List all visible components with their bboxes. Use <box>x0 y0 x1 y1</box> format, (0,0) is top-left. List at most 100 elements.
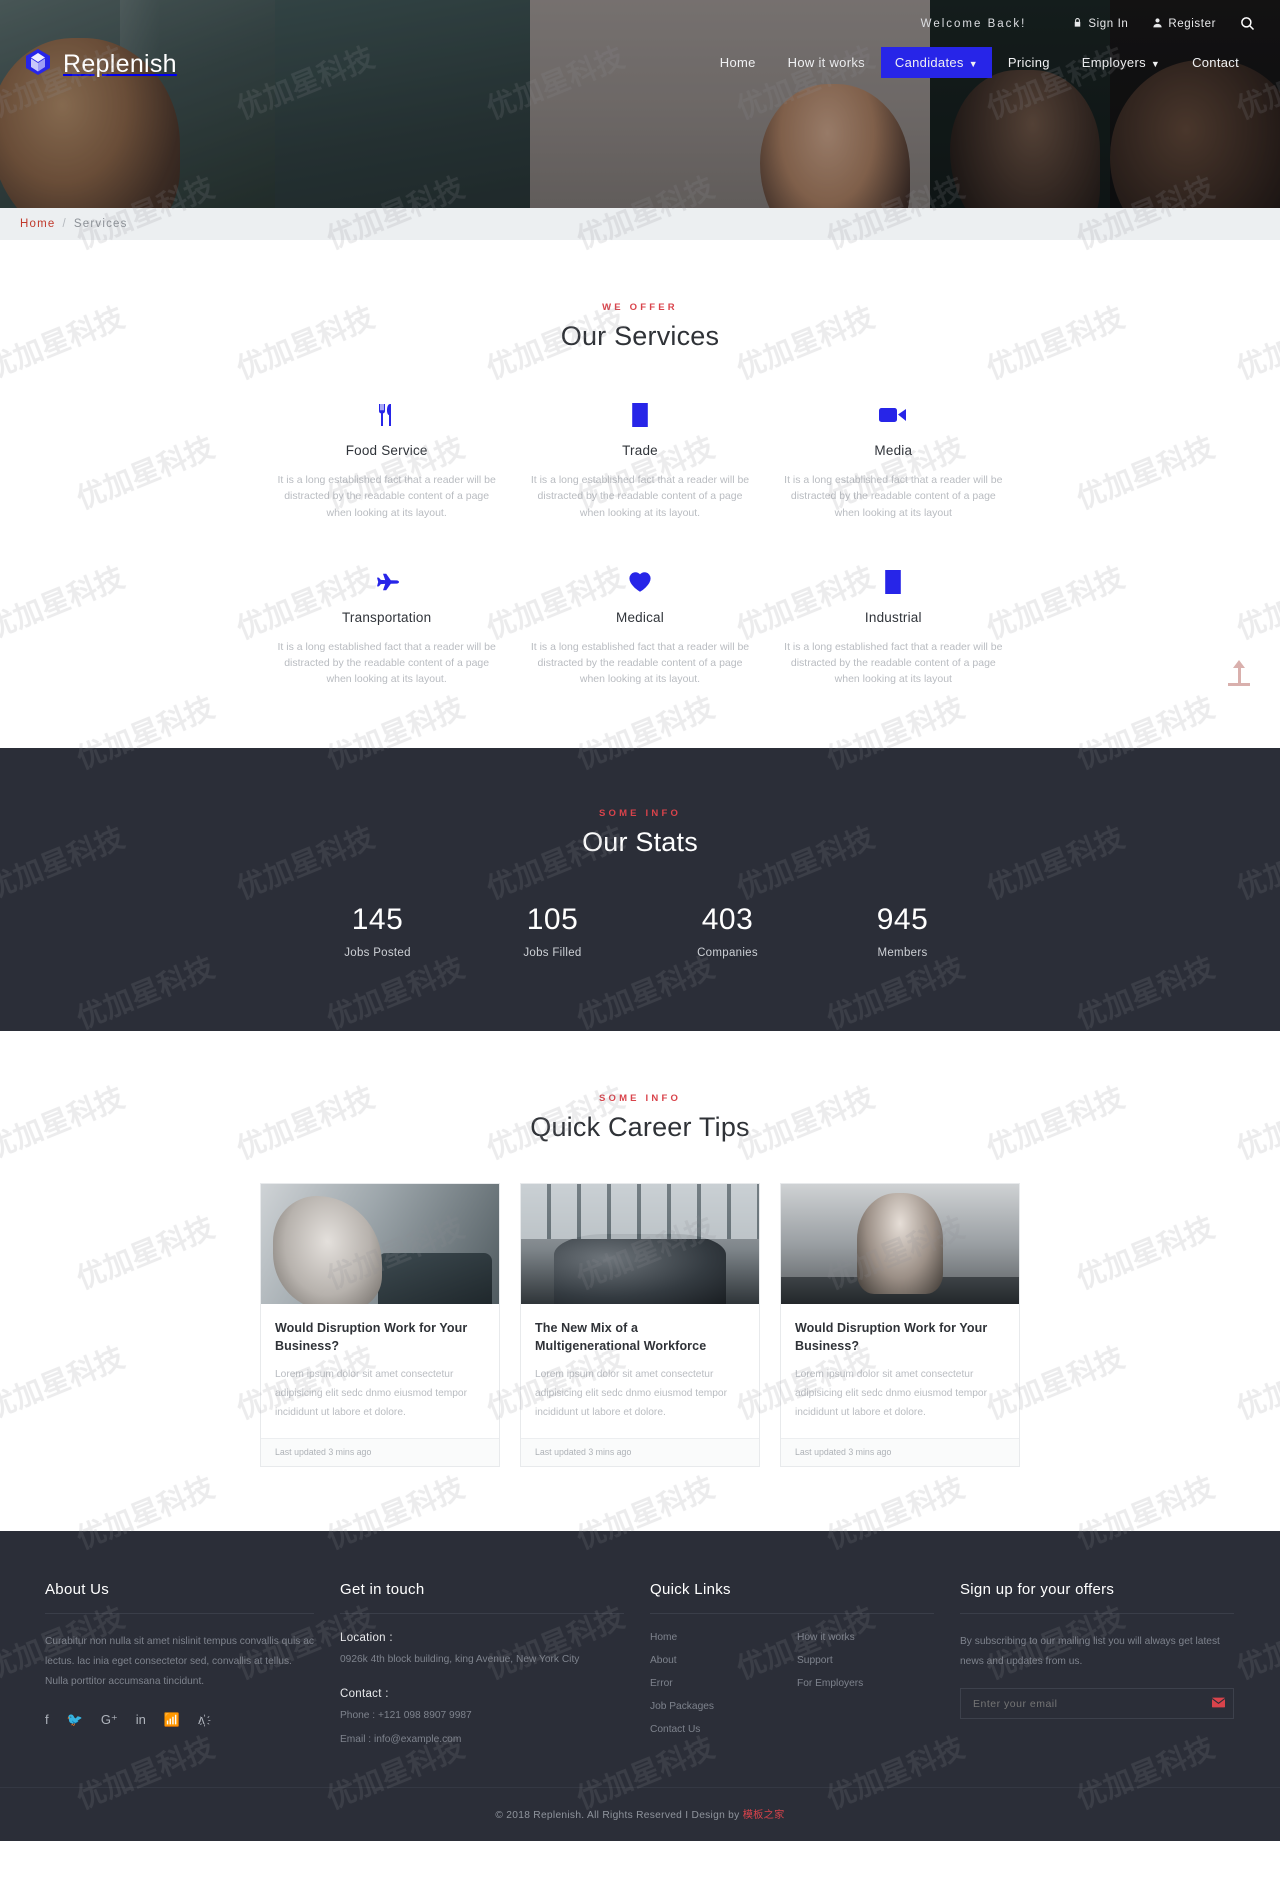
newsletter-submit-button[interactable] <box>1203 1696 1233 1712</box>
stat-label: Companies <box>697 946 758 959</box>
blog-card-title: Would Disruption Work for Your Business? <box>275 1320 468 1353</box>
user-icon <box>1152 17 1163 31</box>
blog-card-text: Lorem ipsum dolor sit amet consectetur a… <box>795 1368 987 1418</box>
blog-card-image <box>781 1183 1019 1304</box>
service-name: Trade <box>622 443 658 458</box>
footer-link-home[interactable]: Home <box>650 1632 787 1643</box>
hero-banner: Replenish Welcome Back! Sign In Register… <box>0 0 1280 208</box>
nav-item-home[interactable]: Home <box>704 48 772 77</box>
diamond-logo-icon <box>25 48 51 81</box>
blog-title: Quick Career Tips <box>530 1111 750 1142</box>
search-icon[interactable] <box>1240 16 1255 31</box>
twitter-icon[interactable]: 🐦 <box>67 1712 83 1728</box>
service-card-trade[interactable]: Trade It is a long established fact that… <box>513 400 766 521</box>
welcome-text: Welcome Back! <box>920 17 1027 30</box>
nav-item-contact[interactable]: Contact <box>1176 48 1255 77</box>
blog-card-title: Would Disruption Work for Your Business? <box>795 1320 988 1353</box>
stat-item-jobs-posted: 145 Jobs Posted <box>290 903 465 959</box>
rss-icon[interactable]: 📶 <box>164 1712 180 1728</box>
footer-about-text: Curabitur non nulla sit amet nislinit te… <box>45 1636 314 1688</box>
brand-name: Replenish <box>63 50 177 78</box>
footer-contact-column: Get in touch Location : 0926k 4th block … <box>340 1581 650 1748</box>
stat-value: 145 <box>351 902 404 936</box>
blog-card-image <box>521 1183 759 1304</box>
breadcrumb: Home / Services <box>0 208 1280 240</box>
service-card-food-service[interactable]: Food Service It is a long established fa… <box>260 400 513 521</box>
nav-item-employers[interactable]: Employers ▼ <box>1066 48 1176 77</box>
nav-label: Employers <box>1081 55 1146 70</box>
service-desc: It is a long established fact that a rea… <box>784 474 1003 519</box>
service-desc: It is a long established fact that a rea… <box>277 640 496 686</box>
register-button[interactable]: Register <box>1152 17 1216 31</box>
scroll-to-top-button[interactable] <box>1228 660 1250 686</box>
stats-row: 145 Jobs Posted 105 Jobs Filled 403 Comp… <box>290 903 990 959</box>
footer-newsletter-text: By subscribing to our mailing list you w… <box>960 1636 1220 1668</box>
nav-item-pricing[interactable]: Pricing <box>992 48 1066 77</box>
footer-about-title: About Us <box>45 1581 110 1599</box>
google-plus-icon[interactable]: G⁺ <box>101 1712 118 1728</box>
footer-contact-title: Get in touch <box>340 1581 425 1599</box>
divider <box>340 1613 624 1615</box>
service-card-media[interactable]: Media It is a long established fact that… <box>767 400 1020 521</box>
blog-card-title: The New Mix of a Multigenerational Workf… <box>535 1320 707 1353</box>
facebook-icon[interactable]: f <box>45 1712 49 1728</box>
footer-link-about[interactable]: About <box>650 1655 787 1666</box>
nav-label: Pricing <box>1007 55 1050 70</box>
footer-link-contact-us[interactable]: Contact Us <box>650 1724 787 1735</box>
building-icon <box>525 400 754 430</box>
services-eyebrow: WE OFFER <box>602 302 678 313</box>
footer-link-how-it-works[interactable]: How it works <box>797 1632 934 1643</box>
nav-item-how-it-works[interactable]: How it works <box>772 48 881 77</box>
cutlery-icon <box>272 400 501 430</box>
career-tips-section: SOME INFO Quick Career Tips Would Disrup… <box>0 1030 1280 1532</box>
service-card-industrial[interactable]: Industrial It is a long established fact… <box>767 567 1020 688</box>
blog-card[interactable]: Would Disruption Work for Your Business?… <box>780 1182 1020 1468</box>
nav-label: Contact <box>1192 55 1239 70</box>
register-label: Register <box>1168 17 1216 30</box>
blog-card[interactable]: The New Mix of a Multigenerational Workf… <box>520 1182 760 1468</box>
service-desc: It is a long established fact that a rea… <box>530 474 750 519</box>
service-desc: It is a long established fact that a rea… <box>277 474 496 519</box>
service-name: Food Service <box>345 443 428 458</box>
stat-value: 105 <box>526 902 579 936</box>
nav-label: Home <box>719 55 756 70</box>
services-section: WE OFFER Our Services Food Service It is… <box>0 240 1280 748</box>
footer-link-for-employers[interactable]: For Employers <box>797 1678 934 1689</box>
sign-in-label: Sign In <box>1088 17 1129 30</box>
footer-phone: Phone : +121 098 8907 9987 <box>340 1709 472 1721</box>
footer-location-value: 0926k 4th block building, king Avenue, N… <box>340 1654 580 1666</box>
linkedin-icon[interactable]: in <box>136 1712 146 1728</box>
sign-in-button[interactable]: Sign In <box>1072 17 1128 31</box>
footer-link-job-packages[interactable]: Job Packages <box>650 1701 787 1712</box>
vk-icon[interactable]: ʌ҉ <box>198 1712 205 1728</box>
stat-value: 945 <box>876 902 929 936</box>
breadcrumb-current: Services <box>73 218 128 230</box>
service-name: Medical <box>616 609 664 625</box>
top-utility-bar: Welcome Back! Sign In Register <box>921 16 1255 31</box>
designer-credit[interactable]: 模板之家 <box>743 1810 785 1821</box>
site-footer: About Us Curabitur non nulla sit amet ni… <box>0 1531 1280 1841</box>
footer-link-support[interactable]: Support <box>797 1655 934 1666</box>
footer-newsletter-title: Sign up for your offers <box>960 1581 1115 1599</box>
brand-logo-link[interactable]: Replenish <box>25 48 177 81</box>
service-card-medical[interactable]: Medical It is a long established fact th… <box>513 567 766 688</box>
nav-item-candidates[interactable]: Candidates ▼ <box>880 47 992 78</box>
main-navigation: Home How it works Candidates ▼ Pricing E… <box>704 47 1255 78</box>
email-input[interactable] <box>961 1697 1203 1710</box>
footer-link-error[interactable]: Error <box>650 1678 787 1689</box>
breadcrumb-home-link[interactable]: Home <box>20 218 55 230</box>
blog-card[interactable]: Would Disruption Work for Your Business?… <box>260 1182 500 1468</box>
lock-icon <box>1072 17 1083 31</box>
stats-section: SOME INFO Our Stats 145 Jobs Posted 105 … <box>0 747 1280 1031</box>
blog-card-text: Lorem ipsum dolor sit amet consectetur a… <box>275 1368 467 1418</box>
blog-card-meta: Last updated 3 mins ago <box>521 1438 759 1467</box>
stats-title: Our Stats <box>582 826 698 857</box>
chevron-down-icon: ▼ <box>968 58 978 69</box>
copyright-bar: © 2018 Replenish. All Rights Reserved I … <box>0 1786 1280 1841</box>
service-card-transportation[interactable]: Transportation It is a long established … <box>260 567 513 688</box>
footer-newsletter-column: Sign up for your offers By subscribing t… <box>960 1581 1260 1748</box>
footer-about-column: About Us Curabitur non nulla sit amet ni… <box>45 1581 340 1748</box>
envelope-icon <box>1211 1696 1225 1712</box>
stat-label: Jobs Filled <box>523 946 582 959</box>
services-title: Our Services <box>560 321 720 351</box>
